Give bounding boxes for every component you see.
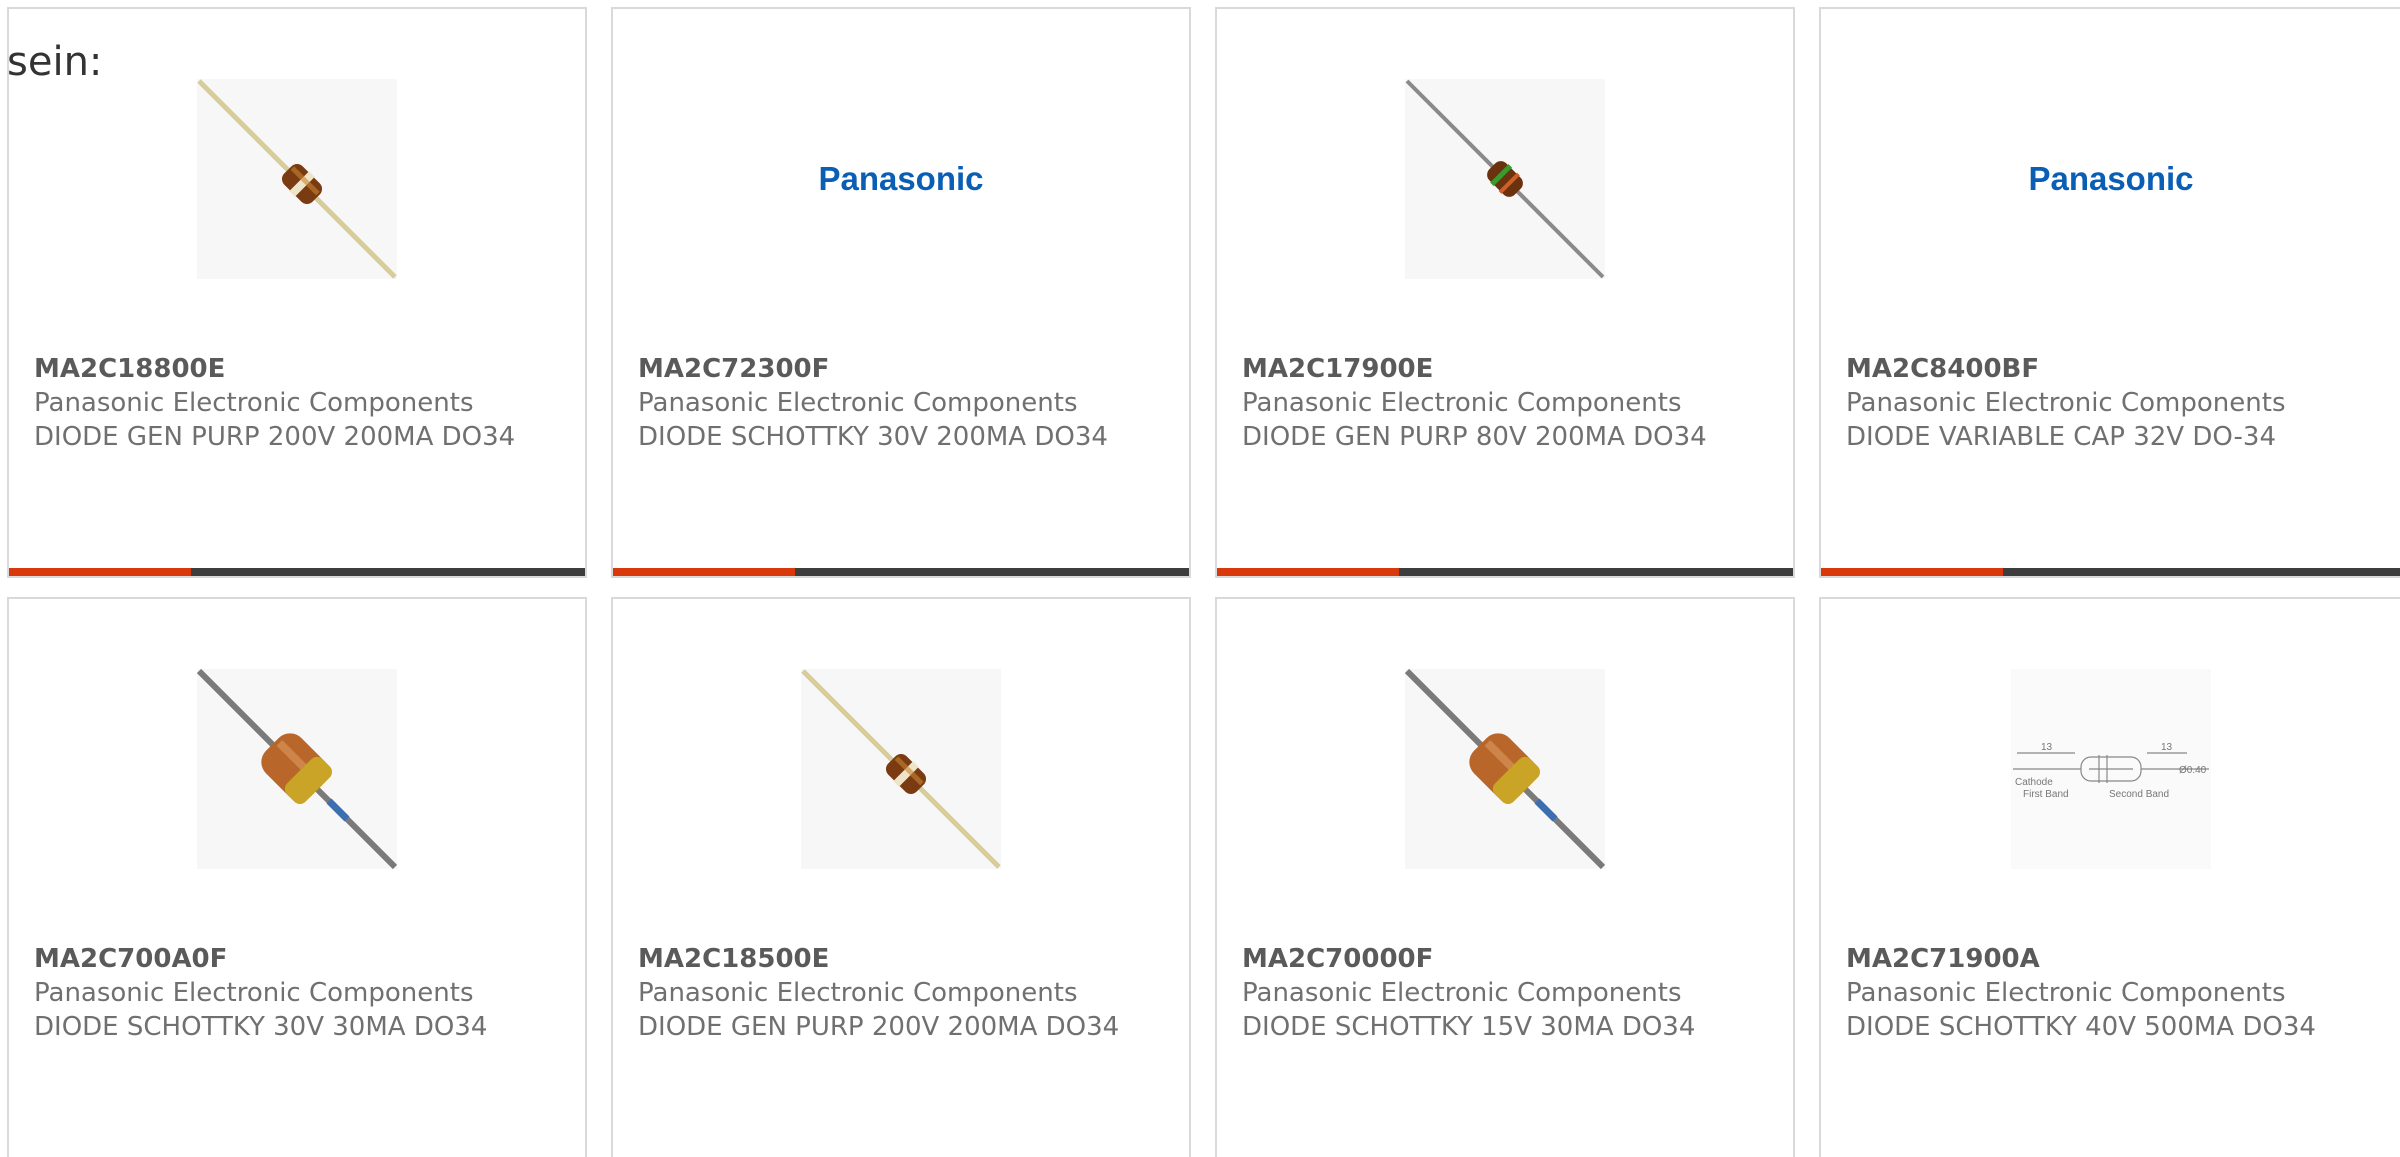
- manufacturer: Panasonic Electronic Components: [34, 388, 474, 418]
- description: DIODE SCHOTTKY 30V 30MA DO34: [34, 1012, 488, 1042]
- part-number-link[interactable]: MA2C17900E: [1242, 352, 1773, 386]
- diode-yellow-image: [1405, 669, 1605, 869]
- card-bottom-bar: [1217, 568, 1793, 576]
- panasonic-logo: Panasonic: [2028, 160, 2193, 197]
- description: DIODE VARIABLE CAP 32V DO-34: [1846, 422, 2277, 452]
- card-accent-bar: [9, 568, 191, 576]
- product-grid: MA2C18800E Panasonic Electronic Componen…: [0, 0, 2400, 1157]
- product-image[interactable]: [801, 669, 1001, 869]
- card-accent-bar: [1217, 568, 1399, 576]
- manufacturer: Panasonic Electronic Components: [638, 388, 1078, 418]
- product-card-ma2c8400bf[interactable]: Panasonic MA2C8400BF Panasonic Electroni…: [1819, 7, 2400, 578]
- logo-text: Panasonic: [2028, 160, 2193, 197]
- manufacturer: Panasonic Electronic Components: [1242, 978, 1682, 1008]
- diode-green-band-image: [1405, 79, 1605, 279]
- diode-yellow-image: [197, 669, 397, 869]
- product-card-ma2c72300f[interactable]: Panasonic MA2C72300F Panasonic Electroni…: [611, 7, 1191, 578]
- product-image[interactable]: [197, 669, 397, 869]
- product-info: MA2C8400BF Panasonic Electronic Componen…: [1846, 352, 2380, 454]
- description: DIODE GEN PURP 200V 200MA DO34: [638, 1012, 1120, 1042]
- product-image[interactable]: 13 13 Ø0.40 Cathode First Band Second Ba…: [2010, 669, 2211, 869]
- panasonic-logo: Panasonic: [818, 160, 983, 197]
- description: DIODE SCHOTTKY 40V 500MA DO34: [1846, 1012, 2316, 1042]
- part-number-link[interactable]: MA2C18500E: [638, 942, 1169, 976]
- diode-drawing-image: 13 13 Ø0.40 Cathode First Band Second Ba…: [2012, 742, 2209, 800]
- diode-tan-image: [801, 669, 1001, 869]
- card-bottom-bar: [1821, 568, 2400, 576]
- manufacturer: Panasonic Electronic Components: [34, 978, 474, 1008]
- product-info: MA2C18800E Panasonic Electronic Componen…: [34, 352, 565, 454]
- product-image[interactable]: [1405, 669, 1605, 869]
- card-bottom-bar: [613, 568, 1189, 576]
- product-image[interactable]: [1405, 79, 1605, 279]
- drawing-second-band: Second Band: [2109, 789, 2169, 800]
- manufacturer: Panasonic Electronic Components: [638, 978, 1078, 1008]
- description: DIODE SCHOTTKY 15V 30MA DO34: [1242, 1012, 1696, 1042]
- description: DIODE GEN PURP 200V 200MA DO34: [34, 422, 516, 452]
- manufacturer: Panasonic Electronic Components: [1242, 388, 1682, 418]
- card-accent-bar: [1821, 568, 2003, 576]
- product-info: MA2C71900A Panasonic Electronic Componen…: [1846, 942, 2380, 1044]
- product-image[interactable]: Panasonic: [801, 79, 1001, 279]
- product-card-ma2c700a0f[interactable]: MA2C700A0F Panasonic Electronic Componen…: [7, 597, 587, 1157]
- product-info: MA2C17900E Panasonic Electronic Componen…: [1242, 352, 1773, 454]
- part-number-link[interactable]: MA2C8400BF: [1846, 352, 2380, 386]
- drawing-dim-right: 13: [2161, 742, 2173, 753]
- drawing-diameter: Ø0.40: [2179, 765, 2207, 776]
- intro-text: sein:: [7, 39, 103, 85]
- manufacturer: Panasonic Electronic Components: [1846, 388, 2286, 418]
- product-card-ma2c18500e[interactable]: MA2C18500E Panasonic Electronic Componen…: [611, 597, 1191, 1157]
- card-bottom-bar: [9, 568, 585, 576]
- product-image[interactable]: [197, 79, 397, 279]
- part-number-link[interactable]: MA2C18800E: [34, 352, 565, 386]
- product-card-ma2c70000f[interactable]: MA2C70000F Panasonic Electronic Componen…: [1215, 597, 1795, 1157]
- logo-text: Panasonic: [818, 160, 983, 197]
- drawing-first-band: First Band: [2023, 789, 2069, 800]
- card-accent-bar: [613, 568, 795, 576]
- product-card-ma2c71900a[interactable]: 13 13 Ø0.40 Cathode First Band Second Ba…: [1819, 597, 2400, 1157]
- description: DIODE GEN PURP 80V 200MA DO34: [1242, 422, 1707, 452]
- product-card-ma2c18800e[interactable]: MA2C18800E Panasonic Electronic Componen…: [7, 7, 587, 578]
- drawing-cathode: Cathode: [2015, 777, 2053, 788]
- product-card-ma2c17900e[interactable]: MA2C17900E Panasonic Electronic Componen…: [1215, 7, 1795, 578]
- product-info: MA2C18500E Panasonic Electronic Componen…: [638, 942, 1169, 1044]
- product-info: MA2C72300F Panasonic Electronic Componen…: [638, 352, 1169, 454]
- part-number-link[interactable]: MA2C700A0F: [34, 942, 565, 976]
- page: sein: MA2C18800E Panasonic Electronic Co…: [0, 0, 2400, 1157]
- part-number-link[interactable]: MA2C71900A: [1846, 942, 2380, 976]
- manufacturer: Panasonic Electronic Components: [1846, 978, 2286, 1008]
- part-number-link[interactable]: MA2C70000F: [1242, 942, 1773, 976]
- product-info: MA2C70000F Panasonic Electronic Componen…: [1242, 942, 1773, 1044]
- product-info: MA2C700A0F Panasonic Electronic Componen…: [34, 942, 565, 1044]
- part-number-link[interactable]: MA2C72300F: [638, 352, 1169, 386]
- product-image[interactable]: Panasonic: [2010, 79, 2211, 279]
- diode-tan-image: [197, 79, 397, 279]
- drawing-dim-left: 13: [2041, 742, 2053, 753]
- description: DIODE SCHOTTKY 30V 200MA DO34: [638, 422, 1108, 452]
